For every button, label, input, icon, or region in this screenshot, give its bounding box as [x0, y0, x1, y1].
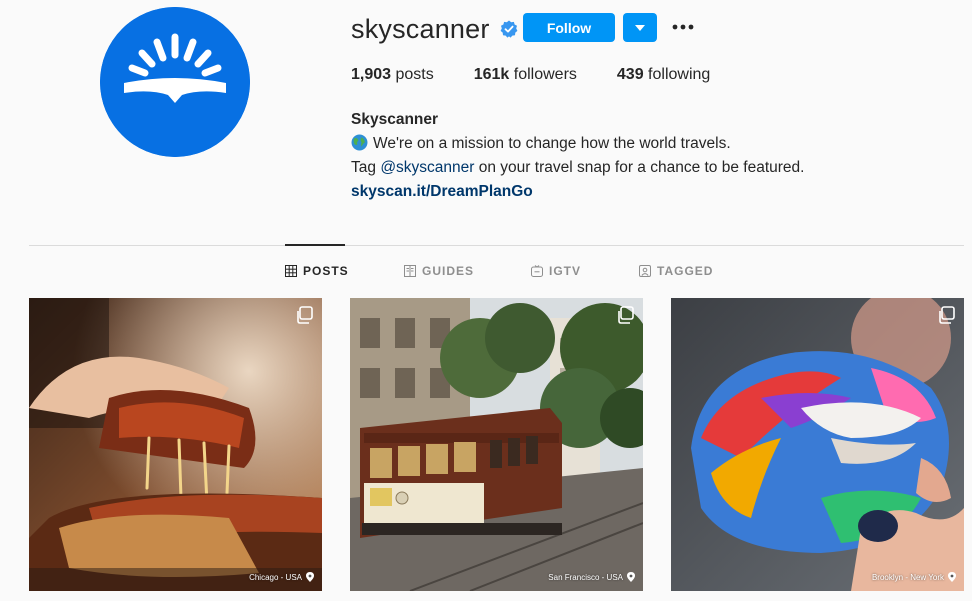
tab-igtv-label: IGTV [549, 264, 582, 278]
bio-text-2b: on your travel snap for a chance to be f… [474, 159, 805, 176]
more-options-button[interactable] [668, 15, 698, 39]
profile-full-name: Skyscanner [351, 111, 439, 128]
post-thumbnail[interactable]: Brooklyn - New York [671, 298, 964, 591]
tab-posts-label: POSTS [303, 264, 349, 278]
bio-text-1: We're on a mission to change how the wor… [373, 135, 731, 152]
posts-stat: 1,903 posts [351, 66, 434, 84]
multiple-photos-icon [618, 306, 634, 324]
verified-badge-icon [500, 20, 517, 38]
multiple-photos-icon [939, 306, 955, 324]
active-tab-indicator [285, 244, 345, 246]
followers-stat[interactable]: 161k followers [474, 66, 577, 84]
followers-label: followers [509, 66, 577, 83]
post-location: Chicago - USA [249, 572, 314, 582]
pizza-photo [29, 298, 322, 591]
location-pin-icon [306, 572, 314, 582]
location-pin-icon [627, 572, 635, 582]
mention-link[interactable]: @skyscanner [380, 159, 474, 176]
post-thumbnail[interactable]: Chicago - USA [29, 298, 322, 591]
post-thumbnail[interactable]: San Francisco - USA [350, 298, 643, 591]
tagged-icon [639, 265, 651, 277]
username: skyscanner [351, 13, 490, 44]
post-location-label: San Francisco - USA [548, 572, 623, 582]
tab-guides-label: GUIDES [422, 264, 475, 278]
globe-emoji-icon [351, 134, 368, 151]
post-location: Brooklyn - New York [872, 572, 956, 582]
suggested-dropdown-button[interactable] [623, 13, 657, 42]
bio-website-link[interactable]: skyscan.it/DreamPlanGo [351, 180, 804, 204]
following-stat[interactable]: 439 following [617, 66, 710, 84]
bio-line-1: We're on a mission to change how the wor… [351, 132, 804, 156]
location-pin-icon [948, 572, 956, 582]
rainbow-bagel-photo [671, 298, 964, 591]
profile-stats: 1,903 posts 161k followers 439 following [351, 66, 750, 84]
follow-button[interactable]: Follow [523, 13, 615, 42]
bio-line-2: Tag @skyscanner on your travel snap for … [351, 156, 804, 180]
tab-igtv[interactable]: IGTV [531, 264, 581, 278]
multiple-photos-icon [297, 306, 313, 324]
tab-posts[interactable]: POSTS [285, 264, 349, 278]
profile-tabs: POSTS GUIDES IGTV TAGGED [0, 264, 972, 280]
section-divider [29, 245, 964, 246]
posts-count: 1,903 [351, 66, 392, 83]
bio-text-2a: Tag [351, 159, 381, 176]
skyscanner-logo-icon [100, 7, 250, 157]
igtv-icon [531, 265, 543, 277]
tab-tagged-label: TAGGED [657, 264, 714, 278]
profile-header: skyscanner [351, 12, 518, 46]
cable-car-photo [350, 298, 643, 591]
followers-count: 161k [473, 66, 510, 83]
grid-icon [285, 265, 297, 277]
following-label: following [643, 66, 711, 83]
following-count: 439 [616, 66, 644, 83]
tab-guides[interactable]: GUIDES [404, 264, 474, 278]
profile-avatar[interactable] [100, 7, 250, 157]
tab-tagged[interactable]: TAGGED [639, 264, 713, 278]
more-dots-icon [672, 24, 694, 30]
post-location-label: Chicago - USA [249, 572, 302, 582]
posts-label: posts [391, 66, 434, 83]
profile-bio: Skyscanner We're on a mission to change … [351, 108, 804, 204]
post-location: San Francisco - USA [548, 572, 635, 582]
guide-icon [404, 265, 416, 277]
caret-down-icon [635, 24, 645, 31]
post-location-label: Brooklyn - New York [871, 572, 944, 582]
